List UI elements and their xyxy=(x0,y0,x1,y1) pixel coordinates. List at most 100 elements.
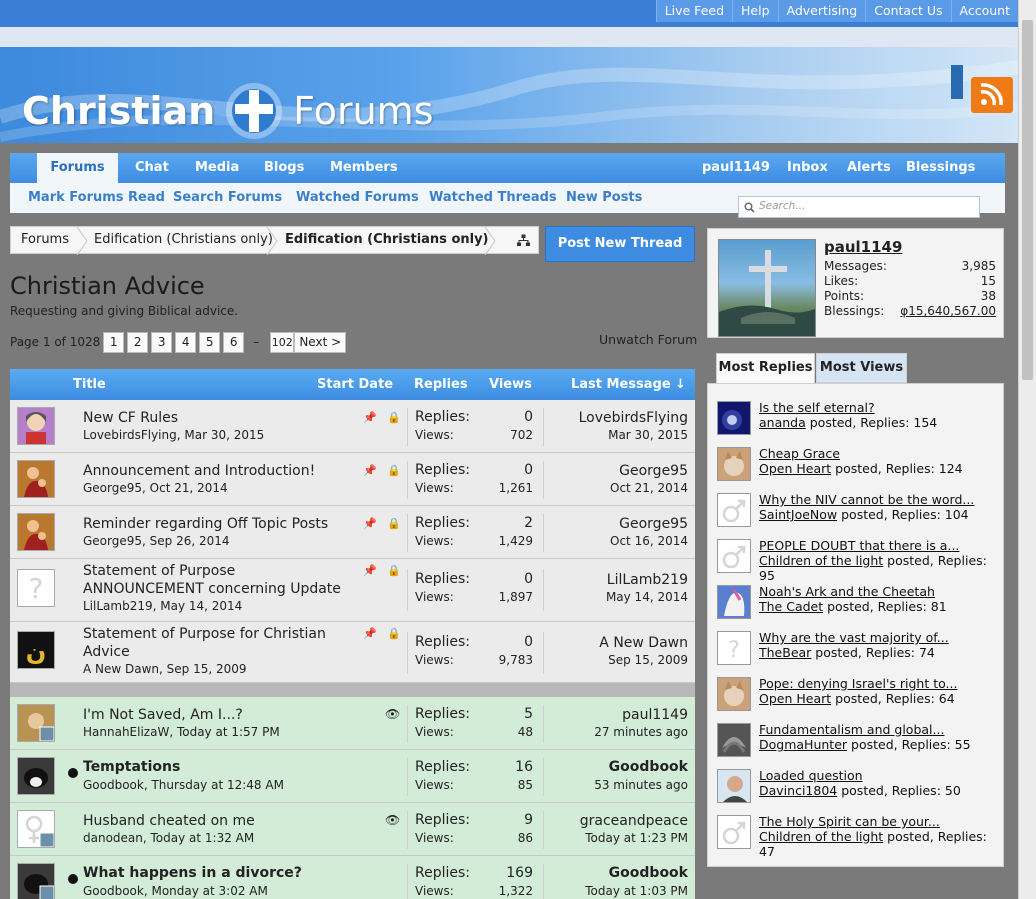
thread-starter[interactable]: danodean, Today at 1:32 AM xyxy=(83,831,254,845)
list-item[interactable]: The Holy Spirit can be your... Children … xyxy=(708,814,1005,861)
table-row[interactable]: Temptations Goodbook, Thursday at 12:48 … xyxy=(10,750,695,803)
page-scrollbar[interactable] xyxy=(1018,0,1036,899)
last-post-date[interactable]: Today at 1:23 PM xyxy=(585,831,688,845)
table-row[interactable]: Reminder regarding Off Topic Posts Georg… xyxy=(10,506,695,559)
col-last-message[interactable]: Last Message ↓ xyxy=(571,377,686,392)
blessings-value-link[interactable]: φ15,640,567.00 xyxy=(900,304,996,318)
col-title[interactable]: Title xyxy=(73,377,106,392)
thread-starter[interactable]: HannahElizaW, Today at 1:57 PM xyxy=(83,725,280,739)
avatar[interactable] xyxy=(717,723,751,757)
table-row[interactable]: I'm Not Saved, Am I...? HannahElizaW, To… xyxy=(10,697,695,750)
thread-link[interactable]: The Holy Spirit can be your... xyxy=(759,814,940,829)
watched-threads-link[interactable]: Watched Threads xyxy=(429,190,557,205)
avatar[interactable] xyxy=(17,863,55,899)
avatar[interactable] xyxy=(717,447,751,481)
list-item[interactable]: Is the self eternal? ananda posted, Repl… xyxy=(708,400,1005,447)
avatar[interactable]: ? xyxy=(717,631,751,665)
list-item[interactable]: Loaded question Davinci1804 posted, Repl… xyxy=(708,768,1005,815)
last-post-date[interactable]: Mar 30, 2015 xyxy=(608,428,688,442)
avatar[interactable] xyxy=(717,585,751,619)
thread-link[interactable]: Why are the vast majority of... xyxy=(759,630,949,645)
tab-most-replies[interactable]: Most Replies xyxy=(716,353,815,383)
page-last-button[interactable]: 102 xyxy=(270,331,295,353)
page-5-button[interactable]: 5 xyxy=(199,331,221,353)
thread-link[interactable]: Why the NIV cannot be the word... xyxy=(759,492,974,507)
last-post-user[interactable]: George95 xyxy=(619,463,688,479)
avatar[interactable] xyxy=(717,815,751,849)
last-post-date[interactable]: 53 minutes ago xyxy=(594,778,688,792)
thread-starter[interactable]: A New Dawn, Sep 15, 2009 xyxy=(83,662,247,676)
avatar[interactable] xyxy=(717,677,751,711)
breadcrumb-forums[interactable]: Forums xyxy=(21,232,69,247)
last-post-user[interactable]: LovebirdsFlying xyxy=(579,410,688,426)
thread-link[interactable]: Noah's Ark and the Cheetah xyxy=(759,584,935,599)
thread-link[interactable]: Pope: denying Israel's right to... xyxy=(759,676,957,691)
thread-title[interactable]: Reminder regarding Off Topic Posts xyxy=(83,516,328,532)
table-row[interactable]: Announcement and Introduction! George95,… xyxy=(10,453,695,506)
thread-title[interactable]: What happens in a divorce? xyxy=(83,865,302,881)
thread-title-line-1[interactable]: Statement of Purpose xyxy=(83,563,235,579)
last-post-user[interactable]: LilLamb219 xyxy=(607,572,688,588)
user-name-link[interactable]: paul1149 xyxy=(824,238,902,256)
table-row[interactable]: New CF Rules LovebirdsFlying, Mar 30, 20… xyxy=(10,400,695,453)
thread-link[interactable]: Loaded question xyxy=(759,768,863,783)
avatar[interactable] xyxy=(17,513,55,551)
search-input[interactable]: Search... xyxy=(738,196,980,218)
thread-title-line-2[interactable]: ANNOUNCEMENT concerning Update xyxy=(83,581,341,597)
page-next-button[interactable]: Next > xyxy=(294,331,347,353)
avatar[interactable] xyxy=(17,810,55,848)
thread-title-line-2[interactable]: Advice xyxy=(83,644,130,660)
thread-link[interactable]: Cheap Grace xyxy=(759,446,840,461)
last-post-user[interactable]: George95 xyxy=(619,516,688,532)
avatar[interactable] xyxy=(17,704,55,742)
table-row[interactable]: Husband cheated on me danodean, Today at… xyxy=(10,803,695,856)
help-link[interactable]: Help xyxy=(732,0,778,22)
nav-inbox[interactable]: Inbox xyxy=(787,153,828,183)
contact-us-link[interactable]: Contact Us xyxy=(865,0,950,22)
avatar[interactable] xyxy=(717,769,751,803)
list-item[interactable]: Pope: denying Israel's right to... Open … xyxy=(708,676,1005,723)
watched-forums-link[interactable]: Watched Forums xyxy=(296,190,419,205)
thread-link[interactable]: Is the self eternal? xyxy=(759,400,875,415)
unwatch-forum-link[interactable]: Unwatch Forum xyxy=(599,332,697,347)
last-post-date[interactable]: Oct 16, 2014 xyxy=(610,534,688,548)
tab-forums[interactable]: Forums xyxy=(37,153,118,183)
last-post-user[interactable]: graceandpeace xyxy=(580,813,688,829)
user-link[interactable]: SaintJoeNow xyxy=(759,507,837,522)
col-replies[interactable]: Replies xyxy=(414,377,468,392)
new-posts-link[interactable]: New Posts xyxy=(566,190,642,205)
thread-title[interactable]: Husband cheated on me xyxy=(83,813,255,829)
advertising-link[interactable]: Advertising xyxy=(777,0,866,22)
last-post-date[interactable]: 27 minutes ago xyxy=(594,725,688,739)
thread-link[interactable]: PEOPLE DOUBT that there is a... xyxy=(759,538,959,553)
last-post-user[interactable]: A New Dawn xyxy=(599,635,688,651)
avatar[interactable]: ن xyxy=(17,631,55,669)
tab-members[interactable]: Members xyxy=(330,153,398,183)
table-row[interactable]: What happens in a divorce? Goodbook, Mon… xyxy=(10,856,695,899)
list-item[interactable]: ? Why are the vast majority of... TheBea… xyxy=(708,630,1005,677)
user-avatar[interactable] xyxy=(718,239,816,337)
thread-starter[interactable]: LovebirdsFlying, Mar 30, 2015 xyxy=(83,428,264,442)
avatar[interactable] xyxy=(717,493,751,527)
account-link[interactable]: Account xyxy=(950,0,1018,22)
avatar[interactable] xyxy=(717,401,751,435)
thread-title[interactable]: Announcement and Introduction! xyxy=(83,463,315,479)
user-link[interactable]: Open Heart xyxy=(759,461,831,476)
list-item[interactable]: Fundamentalism and global... DogmaHunter… xyxy=(708,722,1005,769)
thread-title[interactable]: New CF Rules xyxy=(83,410,178,426)
avatar[interactable] xyxy=(17,757,55,795)
table-row[interactable]: ? Statement of Purpose ANNOUNCEMENT conc… xyxy=(10,559,695,622)
table-row[interactable]: ن Statement of Purpose for Christian Adv… xyxy=(10,622,695,683)
page-3-button[interactable]: 3 xyxy=(151,331,173,353)
list-item[interactable]: Why the NIV cannot be the word... SaintJ… xyxy=(708,492,1005,539)
list-item[interactable]: Noah's Ark and the Cheetah The Cadet pos… xyxy=(708,584,1005,631)
thread-title[interactable]: Temptations xyxy=(83,759,180,775)
thread-starter[interactable]: Goodbook, Thursday at 12:48 AM xyxy=(83,778,284,792)
thread-starter[interactable]: George95, Oct 21, 2014 xyxy=(83,481,228,495)
nav-alerts[interactable]: Alerts xyxy=(847,153,891,183)
tab-most-views[interactable]: Most Views xyxy=(816,353,907,383)
tab-blogs[interactable]: Blogs xyxy=(264,153,304,183)
page-6-button[interactable]: 6 xyxy=(223,331,245,353)
avatar[interactable] xyxy=(717,539,751,573)
avatar[interactable]: ? xyxy=(17,569,55,607)
